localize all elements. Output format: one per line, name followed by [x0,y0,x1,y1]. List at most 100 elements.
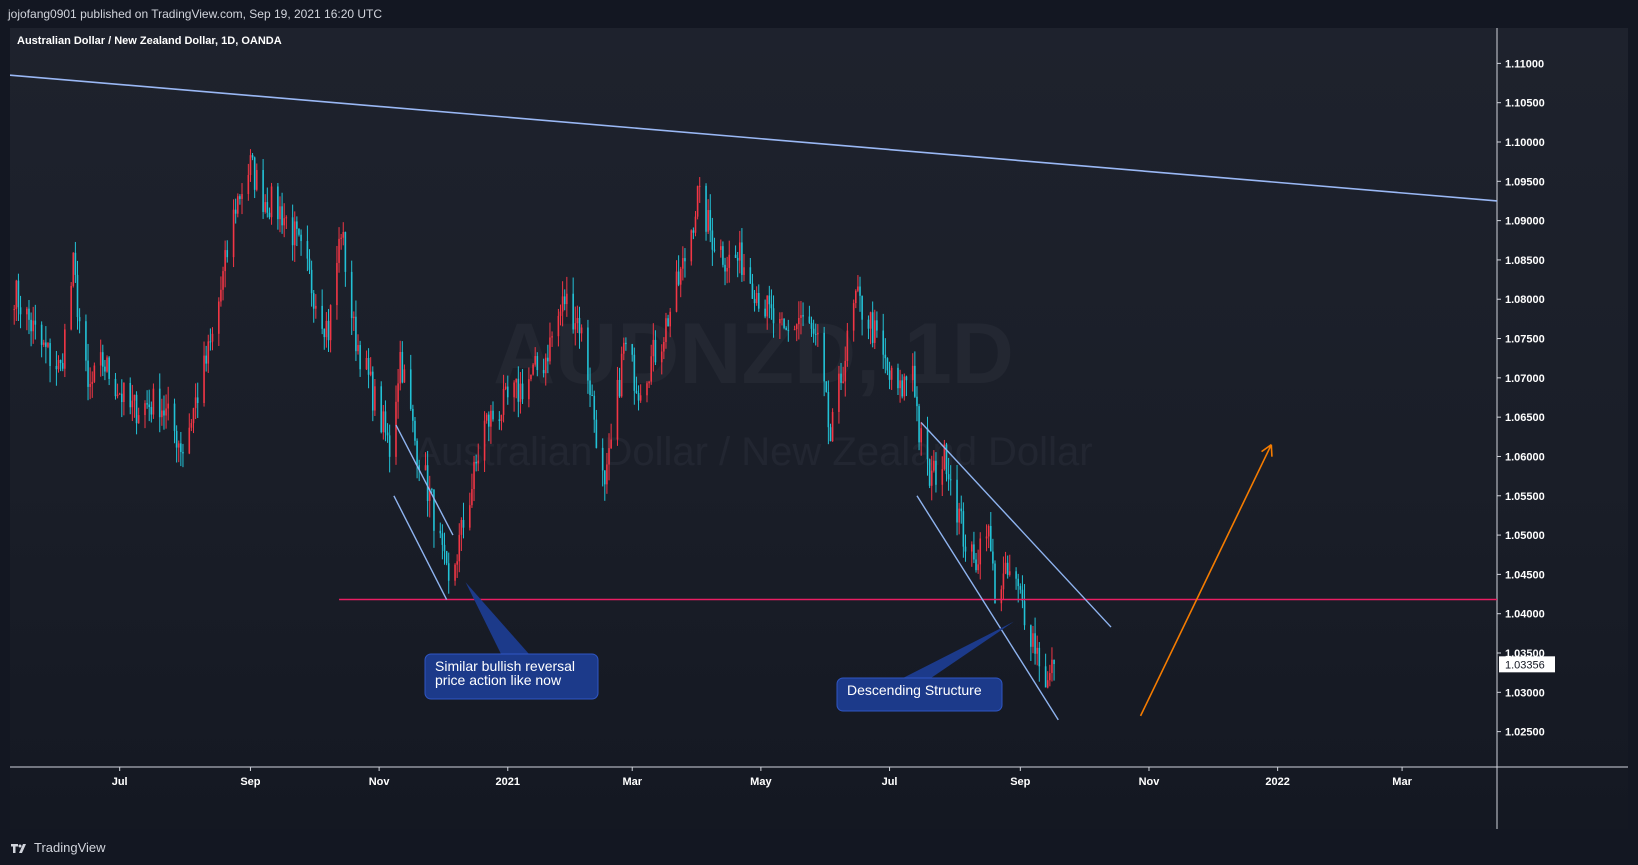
time-tick-label: 2022 [1265,776,1289,788]
candle-body [357,345,359,352]
price-tick-label: 1.07000 [1505,373,1545,385]
candle-body [462,519,465,528]
candle-body [91,381,94,384]
candle-body [177,443,180,448]
candle-body [388,435,391,457]
candle-body [608,448,610,465]
candle-body [236,196,239,214]
candle-body [787,329,790,331]
candle-body [574,323,577,330]
price-tick-label: 1.09500 [1505,176,1545,188]
candle-body [808,316,811,323]
candle-body [114,378,117,397]
price-tick-label: 1.06000 [1505,451,1545,463]
candle-body [857,286,859,291]
candle-body [572,293,574,330]
candle-body [148,404,151,408]
candle-body [108,357,110,379]
candle-body [812,328,815,334]
candle-body [268,212,271,218]
candle-body [283,218,285,226]
candle-body [669,311,671,327]
candle-body [534,356,536,365]
candle-body [646,383,648,396]
price-tick-label: 1.05000 [1505,530,1545,542]
candle-body [232,209,235,258]
candle-body [1034,633,1036,654]
candle-body [679,268,682,285]
candle-body [424,465,427,471]
candlestick-chart[interactable]: AUDNZD, 1D Australian Dollar / New Zealan… [10,28,1628,829]
candle-body [1006,562,1009,575]
candle-body [409,369,412,409]
candle-body [414,420,416,441]
candle-body [854,290,857,304]
candle-body [161,410,163,418]
candle-body [844,360,847,382]
candle-body [32,320,35,332]
candle-body [152,388,155,415]
candle-body [734,254,737,258]
candle-body [916,396,918,407]
candle-body [947,474,950,480]
candle-body [979,538,982,565]
candle-body [633,354,636,391]
candle-body [985,536,988,539]
candle-body [70,285,72,330]
candle-body [814,333,817,335]
candle-body [416,440,418,466]
footer-brand-text: TradingView [34,840,106,855]
candle-body [513,382,515,398]
candle-body [190,423,193,428]
price-tick-label: 1.09000 [1505,216,1545,228]
candle-body [743,267,745,275]
candle-body [1046,680,1049,688]
candle-body [89,383,91,387]
candle-body [1051,659,1053,674]
candle-body [802,315,804,317]
projection-arrow[interactable] [1139,444,1273,717]
candle-body [447,563,450,581]
candle-body [1053,659,1055,665]
candle-body [239,196,241,199]
candle-body [247,175,250,195]
candle-body [823,332,825,382]
candle-body [606,464,608,485]
candle-body [104,366,106,372]
candle-body [755,292,758,304]
candle-body [380,386,383,433]
candle-body [492,410,494,420]
candle-body [167,403,169,409]
candle-body [757,292,760,309]
candle-body [327,320,330,341]
candle-body [766,295,769,317]
candle-body [783,318,785,328]
candle-body [15,280,18,310]
candle-body [1023,601,1026,626]
candle-body [694,216,697,233]
candle-body [576,317,579,324]
candle-body [528,379,530,400]
watermark-symbol: AUDNZD, 1D [493,306,1014,402]
candle-body [431,489,433,491]
candle-body [882,330,885,355]
candle-body [196,397,199,404]
candle-body [135,394,138,424]
candle-body [690,230,693,262]
nov-wedge-lower[interactable] [393,495,448,600]
candle-body [1004,562,1007,574]
chart-area[interactable]: AUDNZD, 1D Australian Dollar / New Zealan… [10,28,1628,829]
candle-body [1019,586,1022,590]
candle-body [1008,571,1011,575]
candle-body [487,414,490,427]
long-trendline[interactable] [10,74,1498,202]
candle-body [601,447,604,471]
candle-body [696,186,699,217]
candle-body [989,526,992,552]
candle-body [163,410,165,416]
price-tick-label: 1.03000 [1505,687,1545,699]
candle-body [249,155,252,176]
candle-body [192,408,195,424]
candle-body [475,461,477,464]
candle-body [667,318,669,327]
